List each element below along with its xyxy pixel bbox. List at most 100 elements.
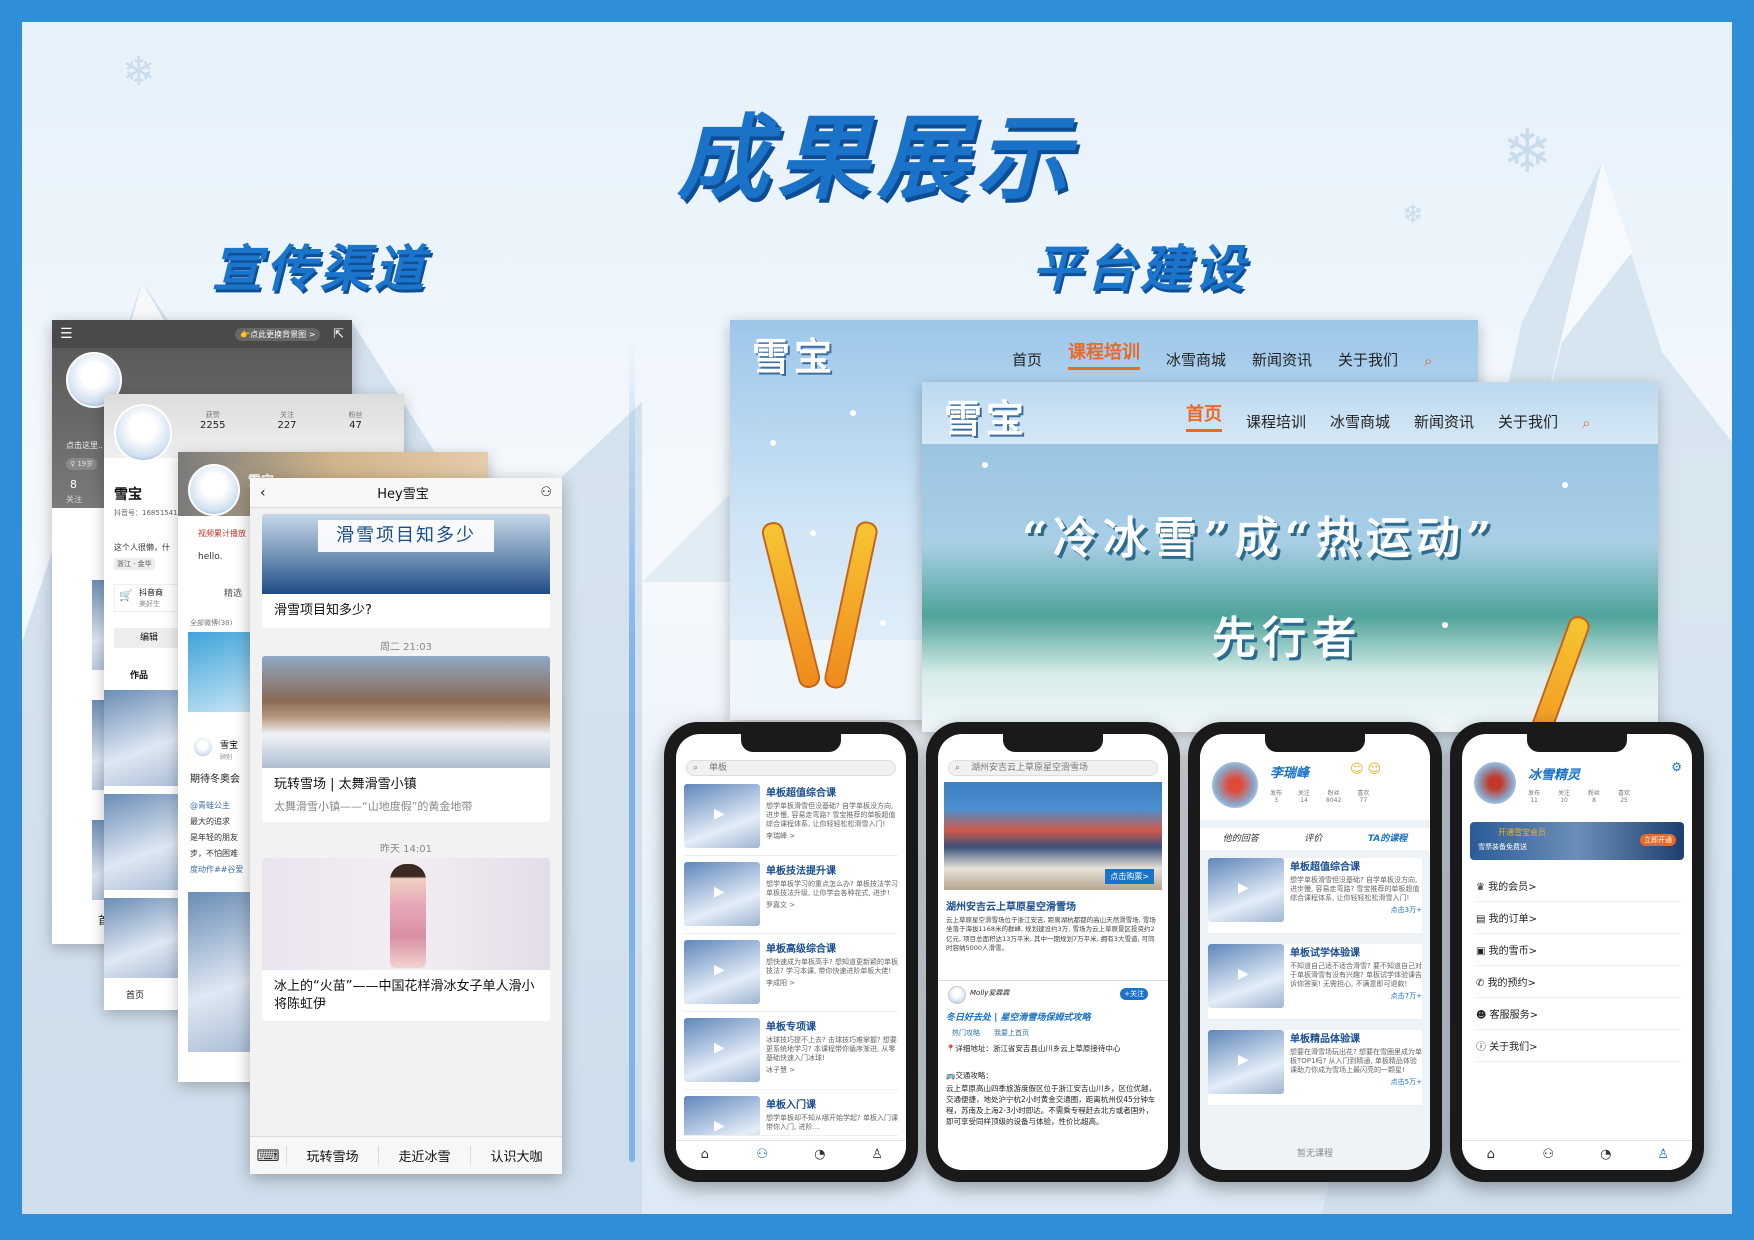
course-teacher[interactable]: 罗嘉文 >	[766, 901, 898, 910]
chat-icon[interactable]: ◔	[791, 1141, 849, 1170]
buy-ticket-button[interactable]: 点击购票>	[1105, 869, 1154, 884]
menu-membership[interactable]: ♛ 我的会员>	[1476, 874, 1682, 902]
article-2[interactable]: 玩转雪场 | 太舞滑雪小镇 太舞滑雪小镇——“山地度假”的黄金地带	[262, 656, 550, 822]
nav-home[interactable]: 首页	[1186, 400, 1222, 432]
venue-photo[interactable]: 点击购票>	[944, 782, 1162, 890]
works-tab[interactable]: 作品	[130, 668, 148, 681]
article-3-image	[262, 858, 550, 970]
profile-icon[interactable]: ♙	[849, 1141, 907, 1170]
course-item[interactable]: 单板入门课想学单板却不知从哪开始学起? 单板入门课带你入门, 进阶…	[684, 1096, 898, 1136]
avatar[interactable]	[188, 464, 240, 516]
community-icon[interactable]: ⚇	[734, 1141, 792, 1170]
post-image[interactable]	[188, 892, 254, 1052]
menu-service[interactable]: ☻ 客服服务>	[1476, 1002, 1682, 1030]
course-item[interactable]: 单板超值综合课想学单板滑雪但没基础? 自学单板没方向, 进步慢, 容易走弯路? …	[684, 784, 898, 856]
nav-news[interactable]: 新闻资讯	[1414, 411, 1474, 432]
vip-open-button[interactable]: 立即开通	[1640, 834, 1676, 846]
stat[interactable]: 粉丝 8042	[1326, 788, 1341, 804]
avatar[interactable]	[192, 736, 214, 758]
menu-item[interactable]: 认识大咖	[470, 1146, 562, 1165]
nav-shop[interactable]: 冰雪商城	[1166, 349, 1226, 370]
avatar[interactable]	[1210, 760, 1260, 810]
avatar[interactable]	[948, 986, 966, 1004]
share-icon[interactable]: ⇱	[333, 327, 344, 342]
nav-home[interactable]: 首页	[126, 988, 144, 1001]
tab-reviews[interactable]: 评价	[1304, 828, 1322, 850]
follow-button[interactable]: +关注	[1120, 988, 1148, 1000]
search-icon[interactable]: ⌕	[1582, 414, 1590, 432]
nav-home[interactable]: 首页	[1012, 349, 1042, 370]
course-item[interactable]: 单板专项课冰球技巧提不上去? 击球技巧难掌握? 想要更系统地学习? 本课程带你循…	[684, 1018, 898, 1090]
menu-about[interactable]: ⓘ 关于我们>	[1476, 1034, 1682, 1062]
stat[interactable]: 关注 14	[1298, 788, 1310, 804]
menu-coins[interactable]: ▣ 我的雪币>	[1476, 938, 1682, 966]
course-item[interactable]: 单板技法提升课想学单板学习的重点怎么办? 单板技法学习单板技法升级, 让你学会各…	[684, 862, 898, 934]
change-background-badge[interactable]: 👉点此更换背景图 >	[235, 327, 321, 341]
settings-icon[interactable]: ⚙	[1671, 760, 1682, 774]
nav-shop[interactable]: 冰雪商城	[1330, 411, 1390, 432]
stat-likes[interactable]: 获赞 2255	[200, 410, 225, 431]
nav-about[interactable]: 关于我们	[1498, 411, 1558, 432]
course-item[interactable]: 单板高级综合课想快速成为单板高手? 想知道更新颖的单板技法? 学习本课, 带你快…	[684, 940, 898, 1012]
tab-courses[interactable]: TA的课程	[1368, 828, 1407, 850]
nav-courses[interactable]: 课程培训	[1068, 338, 1141, 370]
search-icon[interactable]: ⌕	[1424, 352, 1432, 370]
shop-entry[interactable]: 🛒 抖音商 美好生	[114, 584, 184, 612]
hero-slogan: “冷冰雪”成“热运动”	[1022, 513, 1498, 564]
tab-answers[interactable]: 他的回答	[1223, 828, 1259, 850]
home-icon[interactable]: ⌂	[1462, 1141, 1520, 1170]
nav-news[interactable]: 新闻资讯	[1252, 349, 1312, 370]
stat[interactable]: 发布 3	[1270, 788, 1282, 804]
search-input[interactable]: ⌕ 单板	[686, 760, 896, 776]
course-teacher[interactable]: 李成阳 >	[766, 979, 898, 988]
user-icon[interactable]: ⚇	[540, 485, 552, 500]
site-logo[interactable]: 雪宝	[752, 326, 836, 381]
featured-tab[interactable]: 精选	[224, 586, 242, 599]
avatar[interactable]	[114, 404, 172, 462]
back-icon[interactable]: ‹	[260, 485, 266, 501]
menu-item[interactable]: 走近冰雪	[378, 1146, 470, 1165]
vip-banner[interactable]: 开通雪宝会员 雪票装备免费送 立即开通	[1470, 822, 1684, 860]
stat[interactable]: 喜欢 77	[1357, 788, 1369, 804]
course-item[interactable]: 单板试学体验课不知道自己适不适合滑雪? 要不知道自己对于单板滑雪有没有兴趣? 单…	[1208, 944, 1422, 1020]
article-3[interactable]: 冰上的“火苗”——中国花样滑冰女子单人滑小将陈虹伊	[262, 858, 550, 1022]
post-image[interactable]	[188, 632, 254, 712]
tag[interactable]: 热门攻略	[952, 1028, 980, 1038]
all-posts-tab[interactable]: 全部微博(38)	[190, 618, 232, 628]
stat-fans[interactable]: 粉丝 47	[349, 410, 363, 431]
course-item[interactable]: 单板超值综合课想学单板滑雪但没基础? 自学单板没方向, 进步慢, 容易走弯路? …	[1208, 858, 1422, 934]
video-thumb[interactable]	[104, 794, 184, 890]
snowflake	[880, 620, 886, 626]
stat[interactable]: 喜欢 25	[1618, 788, 1630, 804]
menu-icon[interactable]: ☰	[60, 326, 73, 342]
profile-icon[interactable]: ♙	[1635, 1141, 1693, 1170]
menu-item[interactable]: 玩转雪场	[286, 1146, 378, 1165]
nav-about[interactable]: 关于我们	[1338, 349, 1398, 370]
chat-icon[interactable]: ◔	[1577, 1141, 1635, 1170]
stat[interactable]: 发布 11	[1528, 788, 1540, 804]
search-input[interactable]: ⌕ 湖州安吉云上草原星空滑雪场	[948, 760, 1158, 776]
course-teacher[interactable]: 李瑞峰 >	[766, 832, 898, 841]
menu-appointments[interactable]: ✆ 我的预约>	[1476, 970, 1682, 998]
stat-following[interactable]: 关注 227	[277, 410, 296, 431]
course-item[interactable]: 单板精品体验课想要在滑雪场玩出花? 想要在雪圈里成为单板TOP1吗? 从入门到精…	[1208, 1030, 1422, 1106]
article-1[interactable]: 滑雪项目知多少 滑雪项目知多少?	[262, 514, 550, 628]
post-hashtag[interactable]: 度动作##谷爱	[190, 864, 243, 875]
site-logo[interactable]: 雪宝	[944, 388, 1028, 443]
post-mention[interactable]: @青蛙公主	[190, 800, 230, 811]
video-thumb[interactable]	[104, 690, 184, 786]
course-desc: 不知道自己适不适合滑雪? 要不知道自己对于单板滑雪有没有兴趣? 单板试学体验课告…	[1290, 962, 1422, 989]
nav-courses[interactable]: 课程培训	[1246, 411, 1306, 432]
edit-profile-button[interactable]: 编辑	[114, 628, 184, 648]
course-thumb	[684, 940, 760, 1004]
video-thumb[interactable]	[104, 898, 184, 978]
tag[interactable]: 我要上首页	[994, 1028, 1029, 1038]
keyboard-icon[interactable]: ⌨	[250, 1146, 286, 1165]
home-icon[interactable]: ⌂	[676, 1141, 734, 1170]
stat[interactable]: 关注 10	[1558, 788, 1570, 804]
menu-orders[interactable]: ▤ 我的订单>	[1476, 906, 1682, 934]
course-teacher[interactable]: 冰子慧 >	[766, 1066, 898, 1075]
avatar[interactable]	[1472, 760, 1518, 806]
community-icon[interactable]: ⚇	[1520, 1141, 1578, 1170]
stat[interactable]: 粉丝 8	[1588, 788, 1600, 804]
